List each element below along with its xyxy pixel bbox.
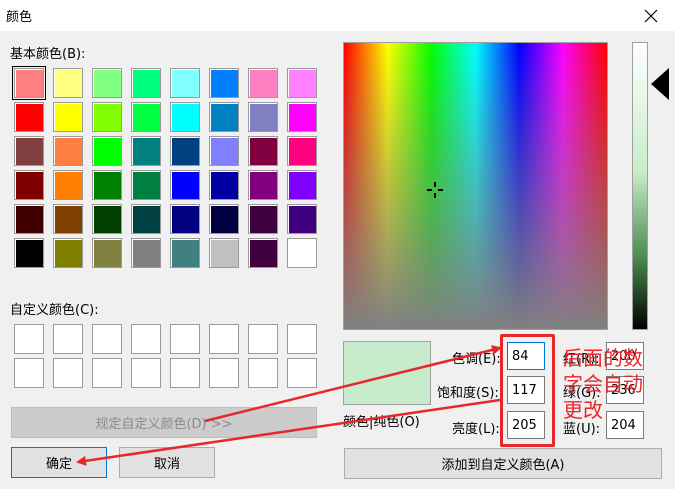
basic-color-swatch[interactable] <box>14 136 44 166</box>
basic-color-swatch[interactable] <box>131 204 161 234</box>
close-button[interactable] <box>626 0 675 31</box>
basic-color-swatch[interactable] <box>287 136 317 166</box>
custom-color-swatch[interactable] <box>14 324 44 354</box>
custom-color-swatch[interactable] <box>131 358 161 388</box>
custom-color-swatch[interactable] <box>53 324 83 354</box>
basic-color-swatch[interactable] <box>53 238 83 268</box>
basic-color-swatch[interactable] <box>92 204 122 234</box>
basic-color-swatch[interactable] <box>209 102 239 132</box>
custom-color-swatch[interactable] <box>53 358 83 388</box>
basic-color-swatch[interactable] <box>92 238 122 268</box>
basic-color-swatch[interactable] <box>14 102 44 132</box>
ok-button[interactable]: 确定 <box>11 447 107 478</box>
basic-color-swatch[interactable] <box>287 238 317 268</box>
custom-color-swatch[interactable] <box>287 324 317 354</box>
basic-color-swatch[interactable] <box>92 102 122 132</box>
basic-color-swatch[interactable] <box>248 136 278 166</box>
basic-color-swatch[interactable] <box>170 102 200 132</box>
basic-color-swatch[interactable] <box>131 170 161 200</box>
basic-color-swatch[interactable] <box>92 136 122 166</box>
define-custom-colors-button[interactable]: 规定自定义颜色(D) >> <box>11 407 317 438</box>
basic-colors-label: 基本颜色(B): <box>10 47 86 62</box>
basic-color-swatch[interactable] <box>287 204 317 234</box>
basic-color-swatch[interactable] <box>287 68 317 98</box>
close-icon <box>644 9 657 22</box>
luminance-bar[interactable] <box>632 42 648 330</box>
basic-color-swatch[interactable] <box>131 102 161 132</box>
custom-color-swatch[interactable] <box>92 324 122 354</box>
basic-color-swatch[interactable] <box>14 170 44 200</box>
cancel-button[interactable]: 取消 <box>119 447 215 478</box>
custom-color-swatch[interactable] <box>170 358 200 388</box>
basic-color-swatch[interactable] <box>12 66 46 100</box>
basic-color-swatch[interactable] <box>287 170 317 200</box>
basic-color-swatch[interactable] <box>248 68 278 98</box>
color-spectrum[interactable] <box>343 42 608 330</box>
crosshair-icon <box>427 182 443 198</box>
annotation-line: 后面的数 <box>563 346 643 370</box>
custom-color-swatch[interactable] <box>14 358 44 388</box>
basic-color-swatch[interactable] <box>131 68 161 98</box>
basic-color-swatch[interactable] <box>14 238 44 268</box>
basic-color-swatch[interactable] <box>287 102 317 132</box>
custom-color-swatch[interactable] <box>209 324 239 354</box>
basic-color-swatch[interactable] <box>53 68 83 98</box>
basic-color-swatch[interactable] <box>209 170 239 200</box>
basic-color-swatch[interactable] <box>248 204 278 234</box>
basic-color-swatch[interactable] <box>53 102 83 132</box>
custom-color-swatch[interactable] <box>248 324 278 354</box>
hue-label: 色调(E): <box>452 352 501 367</box>
title-bar: 颜色 <box>0 0 675 31</box>
basic-color-swatch[interactable] <box>170 204 200 234</box>
basic-color-swatch[interactable] <box>131 136 161 166</box>
basic-color-swatch[interactable] <box>209 68 239 98</box>
color-preview <box>343 341 431 405</box>
basic-color-swatch[interactable] <box>53 170 83 200</box>
basic-color-swatch[interactable] <box>14 204 44 234</box>
basic-color-swatch[interactable] <box>170 68 200 98</box>
annotation-text: 后面的数 字会自动 更改 <box>563 345 675 423</box>
basic-color-swatch[interactable] <box>131 238 161 268</box>
basic-color-swatch[interactable] <box>170 170 200 200</box>
basic-color-swatch[interactable] <box>53 204 83 234</box>
annotation-line: 更改 <box>563 398 603 422</box>
custom-color-swatch[interactable] <box>209 358 239 388</box>
basic-color-swatch[interactable] <box>92 68 122 98</box>
basic-color-swatch[interactable] <box>209 238 239 268</box>
annotation-line: 字会自动 <box>563 372 643 396</box>
add-to-custom-colors-button[interactable]: 添加到自定义颜色(A) <box>344 448 662 479</box>
luminance-label: 亮度(L): <box>452 422 500 437</box>
luminance-arrow-icon[interactable] <box>651 68 669 100</box>
basic-color-swatch[interactable] <box>53 136 83 166</box>
custom-color-swatch[interactable] <box>248 358 278 388</box>
basic-color-swatch[interactable] <box>248 238 278 268</box>
basic-color-swatch[interactable] <box>209 204 239 234</box>
custom-colors-label: 自定义颜色(C): <box>10 303 99 318</box>
basic-color-swatch[interactable] <box>170 136 200 166</box>
custom-color-swatch[interactable] <box>92 358 122 388</box>
saturation-label: 饱和度(S): <box>437 386 499 401</box>
basic-color-swatch[interactable] <box>209 136 239 166</box>
annotation-highlight-box <box>500 334 555 447</box>
window-title: 颜色 <box>6 10 33 25</box>
preview-label: 颜色|纯色(O) <box>343 415 420 430</box>
custom-color-swatch[interactable] <box>287 358 317 388</box>
basic-color-swatch[interactable] <box>92 170 122 200</box>
basic-color-swatch[interactable] <box>248 102 278 132</box>
custom-color-swatch[interactable] <box>131 324 161 354</box>
basic-color-swatch[interactable] <box>170 238 200 268</box>
basic-color-swatch[interactable] <box>248 170 278 200</box>
custom-color-swatch[interactable] <box>170 324 200 354</box>
